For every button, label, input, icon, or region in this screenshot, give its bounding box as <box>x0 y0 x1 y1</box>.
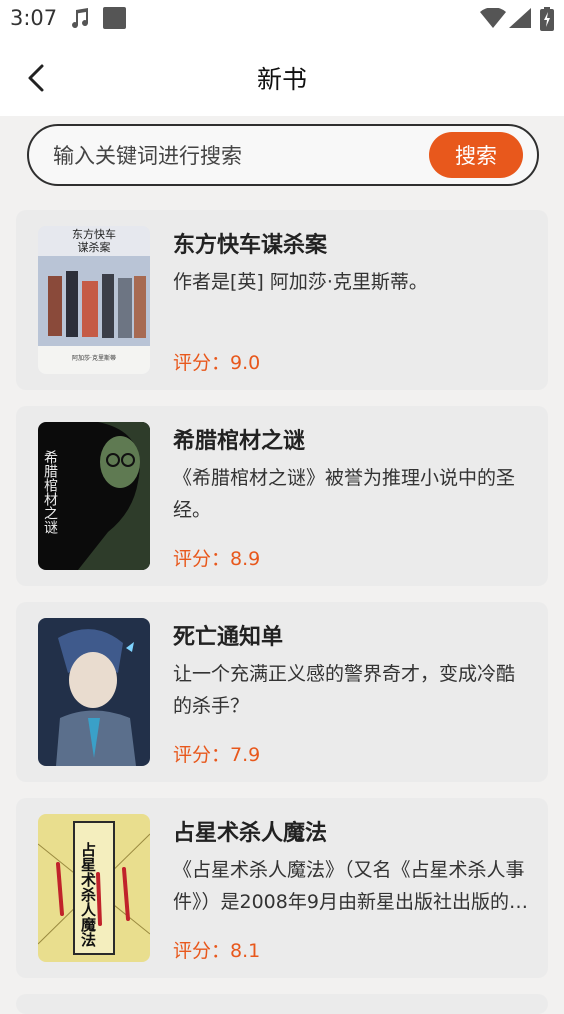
svg-text:东方快车: 东方快车 <box>72 227 116 241</box>
cover-art: 希腊棺材之谜 <box>38 422 150 570</box>
status-bar: 3:07 <box>0 0 564 40</box>
wifi-icon <box>480 8 506 28</box>
book-description: 让一个充满正义感的警界奇才，变成冷酷的杀手？ <box>173 663 516 717</box>
cover-art <box>38 618 150 766</box>
book-rating: 评分：8.9 <box>173 548 261 570</box>
search-button[interactable]: 搜索 <box>429 132 523 178</box>
book-list: 东方快车 谋杀案 阿加莎·克里斯蒂 东方快车谋杀案 作者是[英] 阿加莎·克里斯… <box>16 210 548 994</box>
book-title: 死亡通知单 <box>173 625 284 650</box>
book-card[interactable]: 希腊棺材之谜 希腊棺材之谜 《希腊棺材之谜》被誉为推理小说中的圣经。 评分：8.… <box>16 406 548 586</box>
app-bar: 新书 <box>0 40 564 116</box>
page-title: 新书 <box>256 65 307 94</box>
book-cover: 希腊棺材之谜 <box>38 422 150 570</box>
book-title: 希腊棺材之谜 <box>173 429 306 454</box>
book-rating: 评分：7.9 <box>173 744 261 766</box>
notification-icon <box>103 7 126 29</box>
book-cover: 东方快车 谋杀案 阿加莎·克里斯蒂 <box>38 226 150 374</box>
book-title: 占星术杀人魔法 <box>173 821 328 846</box>
book-cover: 占星术杀人魔法 <box>38 814 150 962</box>
svg-text:占星术杀人魔法: 占星术杀人魔法 <box>79 841 97 948</box>
book-description: 《希腊棺材之谜》被誉为推理小说中的圣经。 <box>173 467 516 521</box>
svg-text:希腊棺材之谜: 希腊棺材之谜 <box>42 450 58 535</box>
book-description: 作者是[英] 阿加莎·克里斯蒂。 <box>173 271 428 293</box>
signal-icon <box>509 8 531 28</box>
search-area: 搜索 <box>0 116 564 194</box>
book-title: 东方快车谋杀案 <box>173 233 328 258</box>
book-description: 《占星术杀人魔法》（又名《占星术杀人事件》）是2008年9月由新星出版社出版的图… <box>173 859 528 913</box>
cover-art: 东方快车 谋杀案 阿加莎·克里斯蒂 <box>38 226 150 374</box>
svg-text:阿加莎·克里斯蒂: 阿加莎·克里斯蒂 <box>72 354 116 362</box>
book-card[interactable]: 占星术杀人魔法 占星术杀人魔法 《占星术杀人魔法》（又名《占星术杀人事件》）是2… <box>16 798 548 978</box>
book-rating: 评分：8.1 <box>173 940 261 962</box>
book-card[interactable]: 死亡通知单 让一个充满正义感的警界奇才，变成冷酷的杀手？ 评分：7.9 <box>16 602 548 782</box>
book-card-partial[interactable] <box>16 994 548 1014</box>
search-input[interactable] <box>51 138 415 174</box>
search-box: 搜索 <box>27 124 539 186</box>
cover-art: 占星术杀人魔法 <box>38 814 150 962</box>
battery-icon <box>540 7 554 31</box>
status-time: 3:07 <box>10 6 58 30</box>
book-cover <box>38 618 150 766</box>
music-note-icon <box>72 8 89 29</box>
book-card[interactable]: 东方快车 谋杀案 阿加莎·克里斯蒂 东方快车谋杀案 作者是[英] 阿加莎·克里斯… <box>16 210 548 390</box>
book-rating: 评分：9.0 <box>173 352 261 374</box>
svg-text:谋杀案: 谋杀案 <box>78 240 111 254</box>
